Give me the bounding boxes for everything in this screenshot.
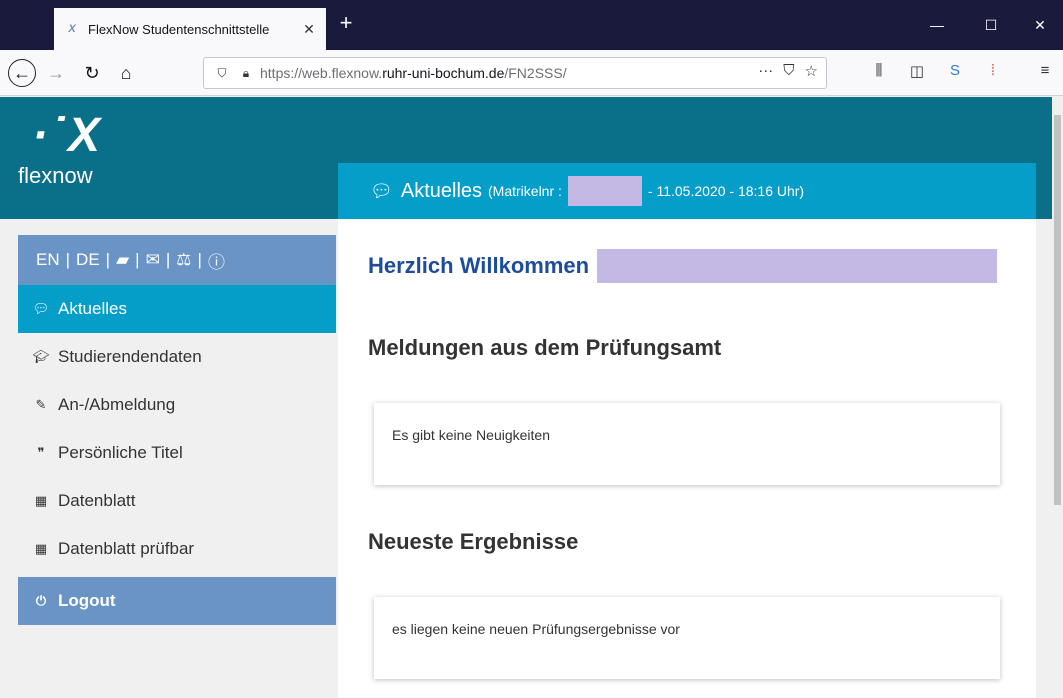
page-viewport: ·˙X flexnow EN | DE | ▰ | ✉ | ⚖ | ⓘ 💬︎ A… — [0, 97, 1052, 698]
redacted-name — [597, 249, 998, 283]
flexnow-favicon-icon: X — [68, 23, 76, 35]
sidebar-item-persoenliche-titel[interactable]: ❞ Persönliche Titel — [18, 429, 336, 477]
scrollbar-thumb[interactable] — [1054, 115, 1061, 505]
sidebar-item-label: Persönliche Titel — [58, 443, 183, 462]
hamburger-menu-icon[interactable]: ≡ — [1034, 62, 1056, 84]
separator: | — [135, 250, 140, 269]
welcome-heading: Herzlich Willkommen — [368, 253, 590, 278]
separator: | — [165, 250, 171, 269]
sidebar-item-datenblatt[interactable]: ▦ Datenblatt — [18, 477, 336, 525]
sidebar: EN | DE | ▰ | ✉ | ⚖ | ⓘ 💬︎ Aktuelles 🎓︎ … — [18, 235, 336, 625]
calculator-icon: ▦ — [34, 541, 48, 556]
url-text: https://web.flexnow.ruhr-uni-bochum.de/F… — [260, 65, 567, 81]
reload-icon[interactable]: ↻ — [78, 59, 106, 87]
scale-icon[interactable]: ⚖ — [176, 250, 191, 270]
calculator-icon: ▦ — [34, 493, 48, 508]
new-tab-button[interactable]: + — [334, 12, 358, 36]
flexnow-logo-text: flexnow — [18, 163, 93, 188]
matrikel-label: (Matrikelnr : — [488, 183, 562, 199]
extension-s-icon[interactable]: S — [944, 62, 966, 84]
content-title: Aktuelles — [400, 179, 483, 202]
messages-card: Es gibt keine Neuigkeiten — [374, 403, 1000, 485]
results-heading: Neueste Ergebnisse — [368, 529, 579, 554]
back-arrow-icon[interactable]: ← — [8, 59, 36, 87]
sidebar-item-aktuelles[interactable]: 💬︎ Aktuelles — [18, 285, 336, 333]
edit-icon: ✎ — [35, 397, 47, 412]
separator: | — [65, 250, 71, 269]
sidebar-toggle-icon[interactable]: ◫ — [906, 62, 928, 84]
welcome-line: Herzlich Willkommen — [368, 249, 998, 283]
page-actions-icon[interactable]: ··· — [758, 62, 773, 80]
home-icon[interactable]: ⌂ — [112, 59, 140, 87]
browser-tab[interactable]: X FlexNow Studentenschnittstelle ✕ — [54, 8, 326, 50]
separator: | — [105, 250, 111, 269]
sidebar-item-label: Datenblatt prüfbar — [58, 539, 195, 558]
lang-en-link[interactable]: EN — [36, 250, 60, 270]
extension-bar-icon[interactable]: ⁞ — [982, 62, 1004, 84]
separator: | — [197, 250, 202, 269]
sidebar-item-studierendendaten[interactable]: 🎓︎ Studierendendaten — [18, 333, 336, 381]
content-header: 💬︎ Aktuelles (Matrikelnr : - 11.05.2020 … — [338, 163, 1036, 219]
messages-empty-text: Es gibt keine Neuigkeiten — [392, 427, 550, 443]
sidebar-item-label: Studierendendaten — [58, 347, 202, 366]
logout-button[interactable]: ⏻ Logout — [18, 577, 336, 625]
pocket-icon[interactable]: ⛉ — [783, 62, 794, 80]
messages-heading: Meldungen aus dem Prüfungsamt — [368, 335, 722, 360]
window-minimize-button[interactable]: — — [914, 10, 960, 40]
comment-icon: 💬︎ — [32, 301, 50, 316]
library-icon[interactable]: ⫼ — [868, 62, 890, 84]
lang-de-link[interactable]: DE — [76, 250, 100, 270]
sidebar-item-an-abmeldung[interactable]: ✎ An-/Abmeldung — [18, 381, 336, 429]
bookmark-star-icon[interactable]: ☆ — [805, 62, 818, 80]
results-empty-text: es liegen keine neuen Prüfungsergebnisse… — [392, 621, 680, 637]
window-maximize-button[interactable]: ☐ — [968, 10, 1014, 40]
tab-close-icon[interactable]: ✕ — [300, 21, 318, 38]
sidebar-item-datenblatt-pruefbar[interactable]: ▦ Datenblatt prüfbar — [18, 525, 336, 573]
tracking-shield-icon[interactable]: ⛉ — [212, 66, 232, 81]
flexnow-logo[interactable]: ·˙X flexnow — [18, 111, 148, 201]
browser-nav-bar: ← → ↻ ⌂ ⛉ 🔒︎ https://web.flexnow.ruhr-un… — [0, 50, 1063, 96]
main-content: 💬︎ Aktuelles (Matrikelnr : - 11.05.2020 … — [338, 163, 1036, 698]
address-bar[interactable]: ⛉ 🔒︎ https://web.flexnow.ruhr-uni-bochum… — [203, 57, 827, 89]
quote-icon: ❞ — [37, 445, 45, 460]
envelope-icon[interactable]: ✉ — [146, 250, 160, 270]
browser-tab-bar: X FlexNow Studentenschnittstelle ✕ + — ☐… — [0, 0, 1063, 50]
results-card: es liegen keine neuen Prüfungsergebnisse… — [374, 597, 1000, 679]
book-icon[interactable]: ▰ — [116, 250, 129, 270]
graduation-cap-icon: 🎓︎ — [32, 349, 50, 364]
header-datetime: - 11.05.2020 - 18:16 Uhr) — [647, 183, 805, 199]
flexnow-logo-mark: ·˙X — [32, 109, 102, 162]
logout-label: Logout — [58, 591, 116, 610]
window-close-button[interactable]: ✕ — [1017, 10, 1063, 40]
comment-icon: 💬︎ — [370, 180, 393, 201]
sidebar-item-label: An-/Abmeldung — [58, 395, 176, 414]
forward-arrow-icon[interactable]: → — [42, 59, 70, 87]
sidebar-item-label: Aktuelles — [58, 299, 127, 318]
sidebar-item-label: Datenblatt — [58, 491, 136, 510]
lock-icon[interactable]: 🔒︎ — [236, 66, 256, 81]
page-scrollbar[interactable] — [1052, 97, 1063, 698]
tab-title: FlexNow Studentenschnittstelle — [88, 21, 270, 37]
power-icon: ⏻ — [35, 593, 47, 608]
info-icon[interactable]: ⓘ — [208, 248, 225, 273]
redacted-matrikel — [567, 176, 642, 206]
content-meta: (Matrikelnr : - 11.05.2020 - 18:16 Uhr) — [488, 176, 804, 206]
language-bar: EN | DE | ▰ | ✉ | ⚖ | ⓘ — [18, 235, 336, 285]
